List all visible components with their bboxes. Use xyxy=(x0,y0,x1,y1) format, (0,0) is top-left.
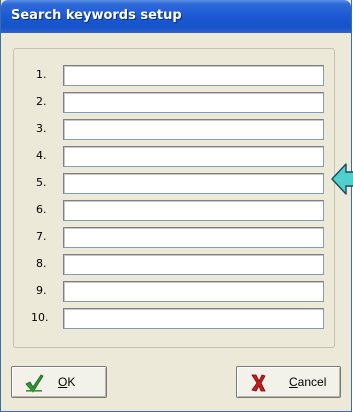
keyword-number: 8. xyxy=(36,257,47,270)
keyword-input-4[interactable] xyxy=(63,146,324,167)
cancel-button[interactable]: Cancel xyxy=(236,366,341,398)
dialog-window: Search keywords setup 1. 2. 3. 4. 5. 6. … xyxy=(0,0,352,412)
keywords-group: 1. 2. 3. 4. 5. 6. 7. 8. 9. 10. xyxy=(13,48,335,348)
keyword-number: 5. xyxy=(36,176,47,189)
keyword-input-3[interactable] xyxy=(63,119,324,140)
keyword-row-1: 1. xyxy=(14,62,336,89)
keyword-input-7[interactable] xyxy=(63,227,324,248)
keyword-row-2: 2. xyxy=(14,89,336,116)
keyword-row-4: 4. xyxy=(14,143,336,170)
ok-accelerator: O xyxy=(58,375,68,389)
keyword-row-5: 5. xyxy=(14,170,336,197)
pointer-arrow-icon xyxy=(331,163,353,195)
keyword-row-10: 10. xyxy=(14,305,336,332)
keyword-row-9: 9. xyxy=(14,278,336,305)
checkmark-icon xyxy=(25,374,44,393)
keyword-number: 7. xyxy=(36,230,47,243)
cross-icon xyxy=(251,374,266,392)
keyword-input-8[interactable] xyxy=(63,254,324,275)
keyword-row-6: 6. xyxy=(14,197,336,224)
ok-button[interactable]: OK xyxy=(11,366,107,398)
keyword-row-7: 7. xyxy=(14,224,336,251)
ok-label: K xyxy=(67,375,76,389)
keyword-number: 1. xyxy=(36,68,47,81)
keyword-number: 4. xyxy=(36,149,47,162)
keyword-input-6[interactable] xyxy=(63,200,324,221)
keyword-number: 3. xyxy=(36,122,47,135)
cancel-accelerator: C xyxy=(289,375,298,389)
keyword-number: 6. xyxy=(36,203,47,216)
keyword-number: 2. xyxy=(36,95,47,108)
keyword-input-9[interactable] xyxy=(63,281,324,302)
keyword-row-3: 3. xyxy=(14,116,336,143)
window-title: Search keywords setup xyxy=(11,8,182,23)
keyword-input-2[interactable] xyxy=(63,92,324,113)
keyword-number: 9. xyxy=(36,284,47,297)
keyword-input-1[interactable] xyxy=(63,65,324,86)
keyword-number: 10. xyxy=(31,311,49,324)
keyword-input-10[interactable] xyxy=(63,308,324,329)
keyword-row-8: 8. xyxy=(14,251,336,278)
title-bar[interactable]: Search keywords setup xyxy=(1,0,351,33)
keyword-input-5[interactable] xyxy=(63,173,324,194)
cancel-label: ancel xyxy=(297,375,327,389)
